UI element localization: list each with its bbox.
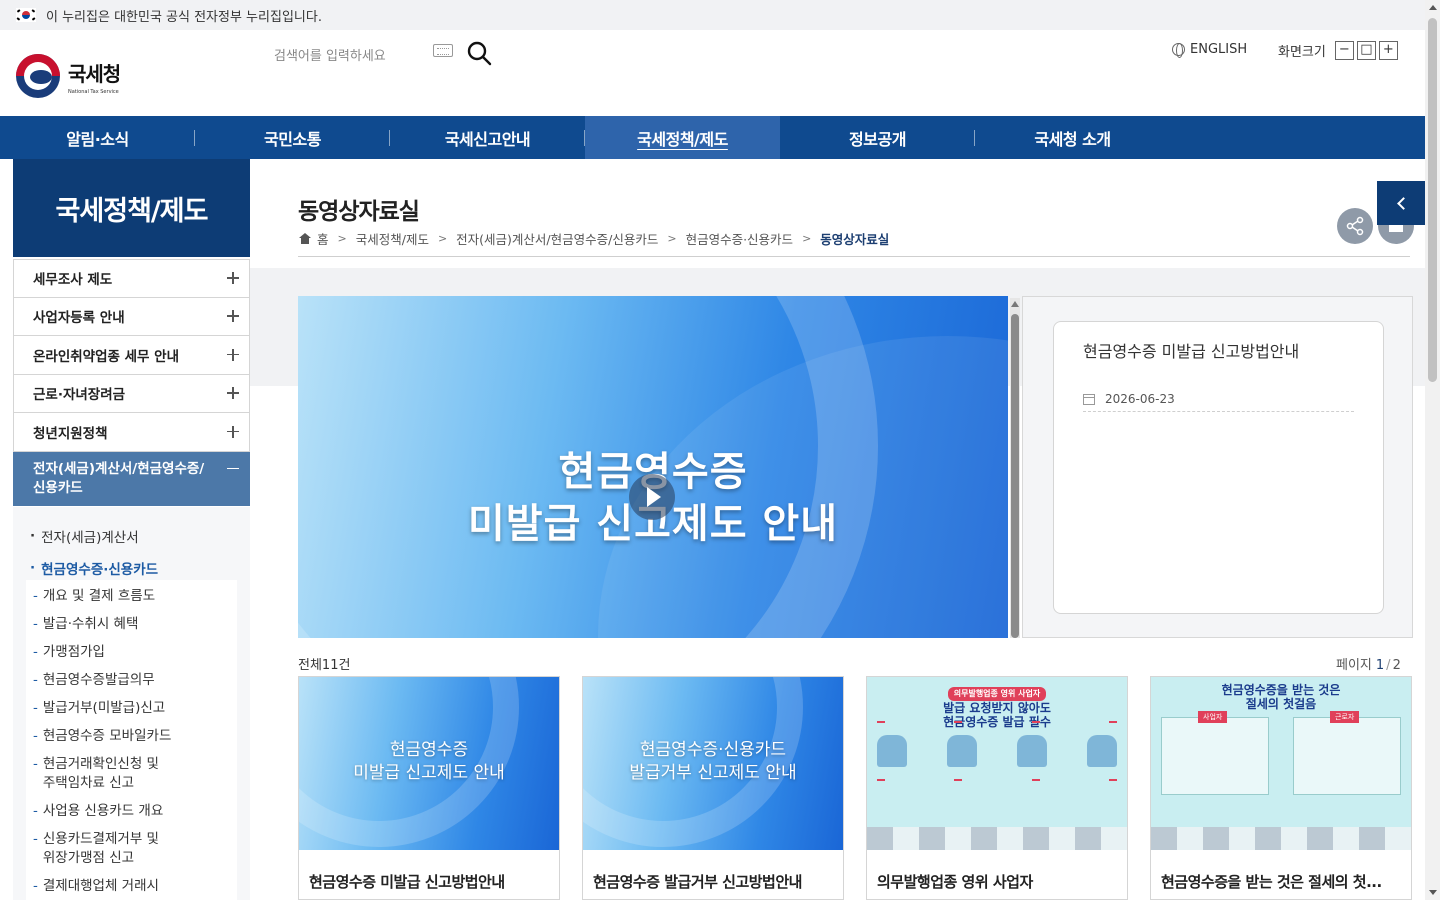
lnb-third-item[interactable]: - 가맹점가입 <box>33 643 237 662</box>
video-info-date: 2026-06-23 <box>1083 392 1354 412</box>
video-card[interactable]: 현금영수증을 받는 것은 절세의 첫걸음 사업자 근로자 현금영수증을 받는 것… <box>1150 676 1412 900</box>
divider <box>298 256 1410 257</box>
virtual-keyboard-icon[interactable] <box>433 44 453 57</box>
gnb-item-communication[interactable]: 국민소통 <box>195 116 390 159</box>
logo-subtitle: National Tax Service <box>68 88 119 95</box>
zoom-controls: 화면크기 − □ + <box>1278 41 1398 60</box>
lnb-item-online-vulnerable[interactable]: 온라인취약업종 세무 안내 <box>13 336 250 375</box>
plus-icon <box>227 348 239 361</box>
lnb-third-item[interactable]: - 신용카드결제거부 및 위장가맹점 신고 <box>33 830 237 868</box>
lnb-third-item[interactable]: - 결제대행업체 거래시 <box>33 877 237 896</box>
lnb-third-item[interactable]: - 현금거래확인신청 및 주택임차료 신고 <box>33 755 237 793</box>
home-icon <box>298 233 311 244</box>
chevron-left-icon <box>1396 196 1410 210</box>
breadcrumb-home[interactable]: 홈 <box>317 229 329 248</box>
korea-flag-icon <box>16 8 36 22</box>
video-card[interactable]: 의무발행업종 영위 사업자 발급 요청받지 않아도 현금영수증 발급 필수 의무… <box>866 676 1128 900</box>
plus-icon <box>227 310 239 323</box>
plus-icon <box>227 387 239 400</box>
gnb-item-tax-filing[interactable]: 국세신고안내 <box>390 116 585 159</box>
gnb-item-disclosure[interactable]: 정보공개 <box>780 116 975 159</box>
video-info-panel: 현금영수증 미발급 신고방법안내 2026-06-23 <box>1022 296 1413 638</box>
gnb-item-tax-policy[interactable]: 국세정책/제도 <box>585 116 780 159</box>
video-info-title: 현금영수증 미발급 신고방법안내 <box>1083 342 1300 361</box>
zoom-label: 화면크기 <box>1278 45 1326 60</box>
lnb-title: 국세정책/제도 <box>13 159 250 257</box>
lnb-third-item[interactable]: - 현금영수증 모바일카드 <box>33 727 237 746</box>
share-button[interactable] <box>1337 208 1373 244</box>
video-thumbnail: 현금영수증·신용카드 발급거부 신고제도 안내 <box>583 677 843 850</box>
video-player[interactable]: 현금영수증 미발급 신고제도 안내 <box>298 296 1008 638</box>
nts-logo[interactable]: 국세청 National Tax Service <box>16 54 121 98</box>
page-scrollbar[interactable] <box>1425 0 1440 900</box>
lnb-third-item[interactable]: - 발급거부(미발급)신고 <box>33 699 237 718</box>
lnb-third-item[interactable]: - 현금영수증발급의무 <box>33 671 237 690</box>
lnb-sub-e-tax-invoice[interactable]: 전자(세금)계산서 <box>30 520 250 552</box>
search-input[interactable]: 검색어를 입력하세요 <box>274 45 386 64</box>
lnb-third-item[interactable]: - 사업용 신용카드 개요 <box>33 802 237 821</box>
plus-icon <box>227 425 239 438</box>
logo-title: 국세청 <box>68 61 121 86</box>
lnb-item-youth-support[interactable]: 청년지원정책 <box>13 413 250 452</box>
page-indicator: 페이지 1/2 <box>1336 658 1401 673</box>
lnb-submenu: 전자(세금)계산서 현금영수증·신용카드 <box>13 506 250 584</box>
lnb-item-business-registration[interactable]: 사업자등록 안내 <box>13 297 250 336</box>
video-card[interactable]: 현금영수증·신용카드 발급거부 신고제도 안내 현금영수증 발급거부 신고방법안내 <box>582 676 844 900</box>
language-link[interactable]: ENGLISH <box>1172 42 1248 58</box>
video-card-title[interactable]: 의무발행업종 영위 사업자 <box>877 871 1117 892</box>
globe-icon <box>1172 43 1185 58</box>
gov-banner: 이 누리집은 대한민국 공식 전자정부 누리집입니다. <box>0 0 1425 30</box>
video-card[interactable]: 현금영수증 미발급 신고제도 안내 현금영수증 미발급 신고방법안내 <box>298 676 560 900</box>
zoom-reset-button[interactable]: □ <box>1356 41 1376 60</box>
play-icon[interactable] <box>629 474 675 520</box>
breadcrumb-current: 동영상자료실 <box>820 232 890 247</box>
breadcrumb-item[interactable]: 전자(세금)계산서/현금영수증/신용카드 <box>456 229 658 248</box>
video-card-title[interactable]: 현금영수증을 받는 것은 절세의 첫... <box>1161 871 1401 892</box>
nts-emblem-icon <box>16 54 60 98</box>
video-card-title[interactable]: 현금영수증 발급거부 신고방법안내 <box>593 871 833 892</box>
page-title: 동영상자료실 <box>298 199 420 225</box>
share-icon <box>1346 216 1364 236</box>
gnb-item-news[interactable]: 알림·소식 <box>0 116 195 159</box>
total-count: 전체11건 <box>298 658 351 673</box>
main-nav: 알림·소식 국민소통 국세신고안내 국세정책/제도 정보공개 국세청 소개 <box>0 116 1425 159</box>
calendar-icon <box>1083 393 1095 405</box>
zoom-in-button[interactable]: + <box>1378 41 1398 60</box>
lnb-sub-cash-receipt[interactable]: 현금영수증·신용카드 <box>30 552 250 584</box>
minus-icon <box>227 463 239 475</box>
lnb-item-tax-audit[interactable]: 세무조사 제도 <box>13 259 250 298</box>
lnb-third-menu: - 개요 및 결제 흐름도 - 발급·수취시 혜택 - 가맹점가입 - 현금영수증발급의… <box>26 580 237 900</box>
language-label: ENGLISH <box>1190 42 1248 57</box>
lnb-third-item[interactable]: - 발급·수취시 혜택 <box>33 615 237 634</box>
poster-thumbnail: 현금영수증을 받는 것은 절세의 첫걸음 사업자 근로자 <box>1151 677 1411 850</box>
breadcrumb-item[interactable]: 현금영수증·신용카드 <box>686 229 793 248</box>
search-icon[interactable] <box>466 40 492 66</box>
side-nav: 세무조사 제도 사업자등록 안내 온라인취약업종 세무 안내 근로·자녀장려금 … <box>13 259 250 584</box>
video-scrollbar[interactable] <box>1010 298 1020 638</box>
video-thumbnail: 현금영수증 미발급 신고제도 안내 <box>299 677 559 850</box>
site-header: 국세청 National Tax Service 검색어를 입력하세요 ENGL… <box>0 30 1425 116</box>
zoom-out-button[interactable]: − <box>1334 41 1354 60</box>
poster-thumbnail: 의무발행업종 영위 사업자 발급 요청받지 않아도 현금영수증 발급 필수 <box>867 677 1127 850</box>
lnb-item-earned-income-credit[interactable]: 근로·자녀장려금 <box>13 374 250 413</box>
gnb-item-about[interactable]: 국세청 소개 <box>975 116 1170 159</box>
quick-menu-toggle[interactable] <box>1377 181 1425 225</box>
plus-icon <box>227 272 239 285</box>
lnb-third-item[interactable]: - 개요 및 결제 흐름도 <box>33 587 237 606</box>
gov-banner-text[interactable]: 이 누리집은 대한민국 공식 전자정부 누리집입니다. <box>46 6 322 25</box>
breadcrumb: 홈 > 국세정책/제도 > 전자(세금)계산서/현금영수증/신용카드 > 현금영… <box>298 229 889 248</box>
breadcrumb-item[interactable]: 국세정책/제도 <box>356 229 429 248</box>
lnb-item-e-invoice[interactable]: 전자(세금)계산서/현금영수증/신용카드 <box>13 451 250 506</box>
video-card-title[interactable]: 현금영수증 미발급 신고방법안내 <box>309 871 549 892</box>
video-info-card: 현금영수증 미발급 신고방법안내 2026-06-23 <box>1053 321 1384 614</box>
